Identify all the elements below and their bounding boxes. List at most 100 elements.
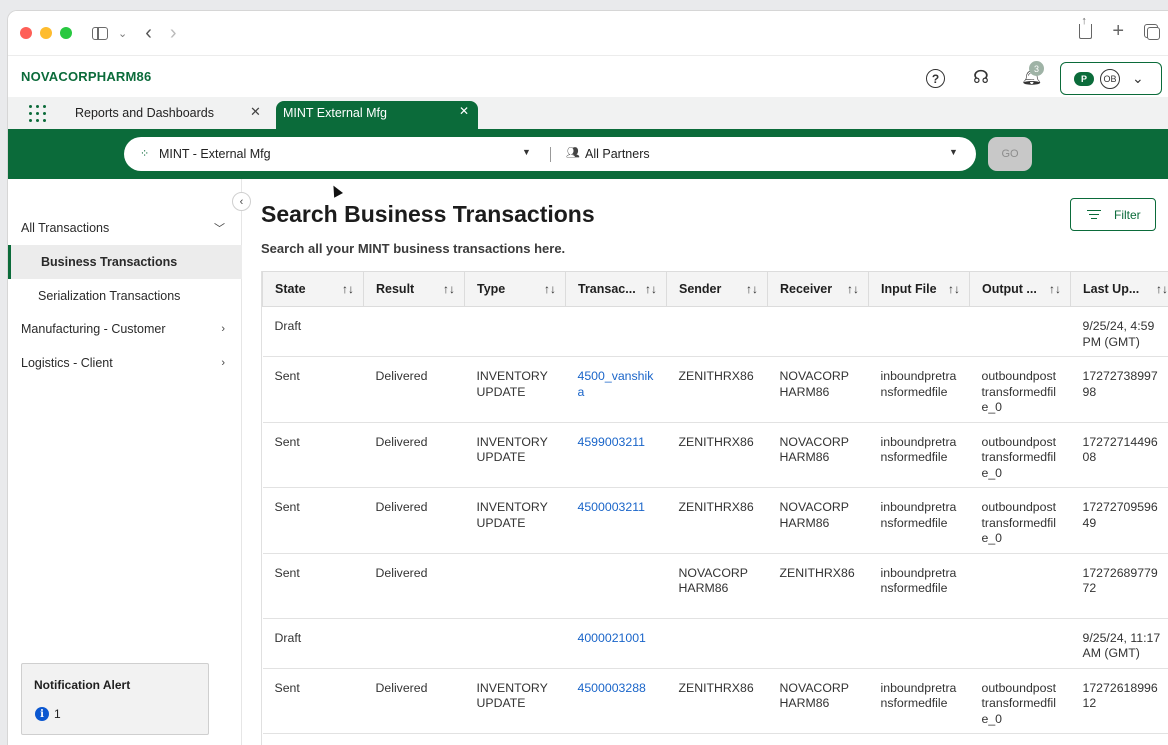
chevron-right-icon: › <box>221 323 225 335</box>
filter-button[interactable]: Filter <box>1070 198 1156 231</box>
close-icon[interactable]: ✕ <box>459 104 469 118</box>
chevron-down-icon[interactable]: ⌄ <box>118 27 127 40</box>
table-row[interactable]: Sent Delivered NOVACORPHARM86 ZENITHRX86 inb… <box>262 553 1168 619</box>
cell-output-file <box>969 553 1071 619</box>
user-menu-button[interactable]: P OB ⌄ <box>1060 62 1162 95</box>
cell-transaction[interactable]: 4500003288 <box>565 668 667 734</box>
cell-transaction[interactable]: 4500_vanshika <box>565 356 667 423</box>
company-select[interactable]: MINT - External Mfg <box>159 147 271 161</box>
cell-sender: NOVACORPHARM86 <box>666 553 768 619</box>
sidebar-toggle-icon[interactable] <box>92 26 108 40</box>
notification-alert-card[interactable]: Notification Alert i 1 <box>21 663 209 735</box>
sidebar-item-serialization-transactions[interactable]: Serialization Transactions <box>8 279 242 313</box>
collapse-sidebar-button[interactable]: ‹ <box>232 192 251 211</box>
cell-type <box>464 618 566 669</box>
help-icon[interactable]: ? <box>926 69 945 88</box>
sort-icon[interactable]: ↑↓ <box>645 282 657 296</box>
caret-down-icon[interactable]: ▼ <box>522 147 531 157</box>
cell-transaction <box>565 553 667 619</box>
cell-state: Draft <box>262 306 364 357</box>
cell-transaction[interactable]: 4000021001 <box>565 618 667 669</box>
table-row[interactable]: Sent Delivered INVENTORYUPDATE 4500_vanshik… <box>262 356 1168 423</box>
sort-icon[interactable]: ↑↓ <box>544 282 556 296</box>
browser-actions: + <box>1079 15 1160 41</box>
column-header-receiver[interactable]: Receiver ↑↓ <box>767 271 869 307</box>
cell-output-file: outboundposttransformedfile_0 <box>969 487 1071 554</box>
table-row[interactable]: Sent Delivered INVENTORYUPDATE 4500003288 ZE… <box>262 668 1168 734</box>
notifications-bell-icon[interactable]: 🔔︎ 3 <box>1021 61 1044 87</box>
cell-sender: ZENITHRX86 <box>666 422 768 488</box>
cell-state: Sent <box>262 668 364 734</box>
page-title: Search Business Transactions <box>261 201 595 227</box>
go-button[interactable]: GO <box>988 137 1032 171</box>
transactions-table-container[interactable]: State ↑↓ Result ↑↓ Type ↑↓ Transac... ↑↓ Sen… <box>261 271 1168 745</box>
sidebar-item-manufacturing-customer[interactable]: Manufacturing - Customer › <box>8 312 242 346</box>
table-row[interactable]: Draft 4000021001 9/25/24, 11:17 AM (GMT) <box>262 618 1168 669</box>
app-grid-icon[interactable] <box>29 105 46 122</box>
notification-alert-count: 1 <box>54 707 61 721</box>
sort-icon[interactable]: ↑↓ <box>847 282 859 296</box>
cloud-icon: P <box>1074 71 1094 86</box>
column-header-result[interactable]: Result ↑↓ <box>363 271 465 307</box>
cell-last-updated <box>1070 733 1168 745</box>
table-row[interactable]: Draft 9/25/24, 4:59 PM (GMT) <box>262 306 1168 357</box>
back-button[interactable]: ‹ <box>145 22 152 45</box>
sidebar-item-label: All Transactions <box>21 221 110 235</box>
cell-state: Sent <box>262 487 364 554</box>
cell-last-updated: 1727268977972 <box>1070 553 1168 619</box>
column-header-transaction[interactable]: Transac... ↑↓ <box>565 271 667 307</box>
new-tab-icon[interactable]: + <box>1112 21 1124 41</box>
cell-result: Delivered <box>363 487 465 554</box>
column-header-type[interactable]: Type ↑↓ <box>464 271 566 307</box>
app-tab-bar: Reports and Dashboards ✕ MINT External M… <box>8 97 1168 129</box>
table-row[interactable] <box>262 733 1168 745</box>
sidebar-item-all-transactions[interactable]: All Transactions ﹀ <box>8 211 242 245</box>
sort-icon[interactable]: ↑↓ <box>1049 282 1061 296</box>
minimize-window-button[interactable] <box>40 27 52 39</box>
window-controls <box>20 27 72 39</box>
table-row[interactable]: Sent Delivered INVENTORYUPDATE 4599003211 ZE… <box>262 422 1168 488</box>
caret-down-icon[interactable]: ▼ <box>949 147 958 157</box>
sort-icon[interactable]: ↑↓ <box>1156 282 1168 296</box>
close-window-button[interactable] <box>20 27 32 39</box>
close-icon[interactable]: ✕ <box>250 104 261 120</box>
tab-reports-and-dashboards[interactable]: Reports and Dashboards <box>75 106 214 120</box>
sort-icon[interactable]: ↑↓ <box>746 282 758 296</box>
cell-result: Delivered <box>363 668 465 734</box>
column-label: Output ... <box>982 282 1037 296</box>
column-header-input-file[interactable]: Input File ↑↓ <box>868 271 970 307</box>
partners-select[interactable]: All Partners <box>585 147 650 161</box>
column-label: Sender <box>679 282 722 296</box>
tab-overview-icon[interactable] <box>1144 24 1160 40</box>
sort-icon[interactable]: ↑↓ <box>948 282 960 296</box>
cell-transaction[interactable]: 4599003211 <box>565 422 667 488</box>
cell-input-file: inboundpretransformedfile <box>868 668 970 734</box>
cell-transaction[interactable]: 4500003211 <box>565 487 667 554</box>
share-icon[interactable] <box>1079 15 1093 39</box>
maximize-window-button[interactable] <box>60 27 72 39</box>
sidebar-item-logistics-client[interactable]: Logistics - Client › <box>8 346 242 380</box>
column-header-last-updated[interactable]: Last Up... ↑↓ <box>1070 271 1168 307</box>
column-header-sender[interactable]: Sender ↑↓ <box>666 271 768 307</box>
sort-icon[interactable]: ↑↓ <box>342 282 354 296</box>
cell-sender: ZENITHRX86 <box>666 356 768 423</box>
support-headset-icon[interactable]: ☊ <box>973 67 989 88</box>
browser-window: ⌄ ‹ › + NOVACORPHARM86 ? ☊ 🔔︎ 3 P OB ⌄ R… <box>7 10 1168 745</box>
cell-receiver: ZENITHRX86 <box>767 553 869 619</box>
cell-state: Sent <box>262 422 364 488</box>
cell-type: INVENTORYUPDATE <box>464 422 566 488</box>
notification-alert-title: Notification Alert <box>34 678 131 692</box>
cell-result <box>363 733 465 745</box>
column-header-output-file[interactable]: Output ... ↑↓ <box>969 271 1071 307</box>
column-header-state[interactable]: State ↑↓ <box>262 271 364 307</box>
tab-mint-external-mfg[interactable]: MINT External Mfg ✕ <box>276 101 478 129</box>
search-bar: ⁘ MINT - External Mfg ▼ 👥︎ All Partners … <box>124 137 976 171</box>
cell-sender <box>666 618 768 669</box>
sort-icon[interactable]: ↑↓ <box>443 282 455 296</box>
forward-button[interactable]: › <box>170 22 177 45</box>
cell-sender: ZENITHRX86 <box>666 487 768 554</box>
sidebar-item-business-transactions[interactable]: Business Transactions <box>8 245 242 279</box>
table-row[interactable]: Sent Delivered INVENTORYUPDATE 4500003211 ZE… <box>262 487 1168 554</box>
filter-label: Filter <box>1114 207 1141 222</box>
cell-receiver: NOVACORPHARM86 <box>767 668 869 734</box>
